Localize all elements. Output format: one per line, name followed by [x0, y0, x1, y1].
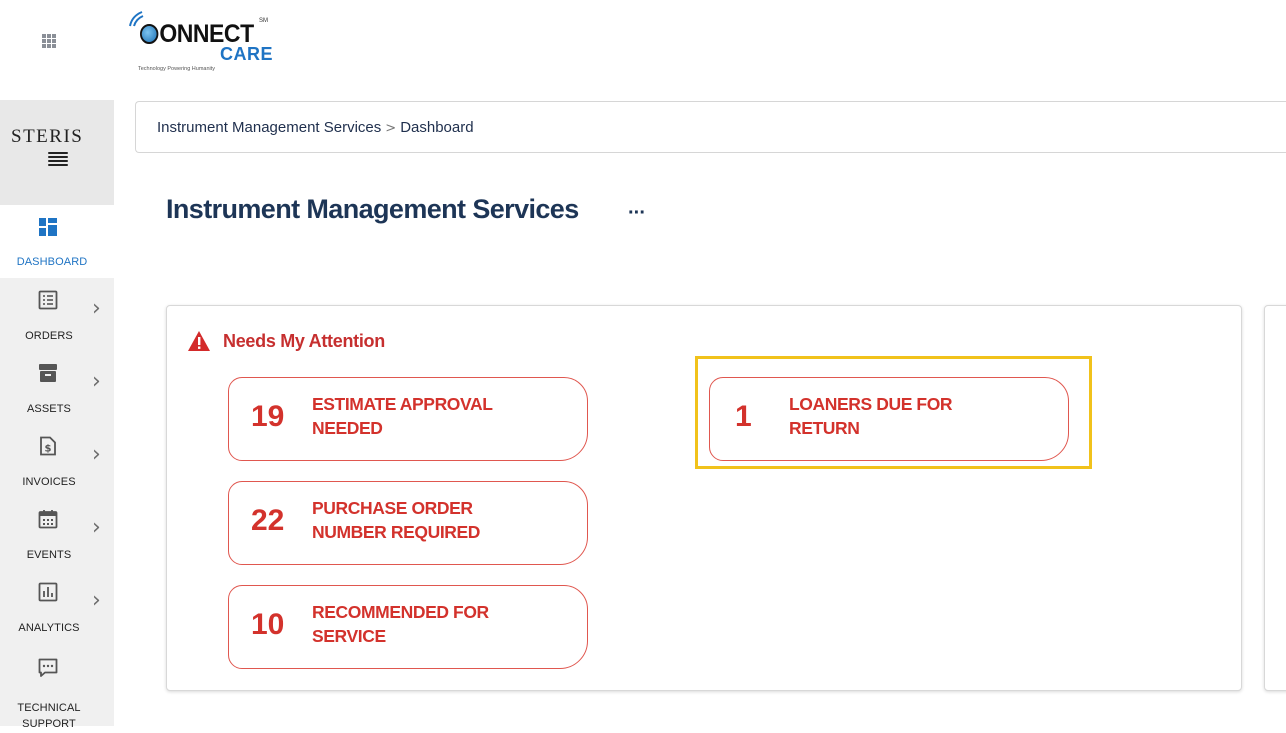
calendar-icon	[38, 510, 58, 529]
orders-icon	[38, 290, 58, 310]
tile-count: 19	[251, 400, 285, 433]
tile-label-line: ESTIMATE APPROVAL	[312, 394, 493, 414]
tile-label: RECOMMENDED FOR SERVICE	[312, 600, 489, 648]
chevron-right-icon[interactable]: ›	[92, 588, 101, 613]
logo-word-care: CARE	[220, 44, 274, 64]
tile-recommended-service[interactable]: 10 RECOMMENDED FOR SERVICE	[228, 585, 588, 669]
chevron-right-icon[interactable]: ›	[92, 515, 101, 540]
steris-wordmark: STERIS	[11, 126, 84, 147]
connectcare-logo[interactable]: ONNECT SM CARE Technology Powering Human…	[128, 8, 288, 78]
sidebar-item-label: EVENTS	[26, 549, 72, 561]
chevron-right-icon[interactable]: ›	[92, 442, 101, 467]
tile-count: 10	[251, 608, 285, 641]
sidebar-item-analytics[interactable]: › ANALYTICS	[0, 570, 114, 642]
logo-sm: SM	[259, 18, 268, 24]
sidebar-item-label: ORDERS	[25, 330, 73, 342]
needs-attention-title: Needs My Attention	[223, 330, 385, 351]
svg-text:$: $	[45, 444, 52, 455]
secondary-card	[1264, 305, 1286, 691]
tile-label: ESTIMATE APPROVAL NEEDED	[312, 392, 493, 440]
steris-logo[interactable]: STERIS	[0, 100, 114, 205]
needs-attention-header: Needs My Attention	[187, 330, 385, 352]
archive-icon	[39, 364, 57, 382]
sidebar-item-label: DASHBOARD	[16, 256, 88, 268]
sidebar-item-dashboard[interactable]: DASHBOARD	[0, 205, 114, 278]
invoice-icon: $	[40, 436, 56, 456]
sidebar: STERIS DASHBOARD › ORDERS › ASSETS $ › I…	[0, 100, 114, 730]
breadcrumb-current: Dashboard	[400, 119, 474, 136]
sidebar-item-events[interactable]: › EVENTS	[0, 497, 114, 569]
sidebar-item-assets[interactable]: › ASSETS	[0, 351, 114, 423]
app-launcher-icon[interactable]	[42, 34, 56, 48]
analytics-icon	[38, 582, 58, 602]
breadcrumb: Instrument Management Services > Dashboard	[157, 119, 474, 136]
steris-mark-icon	[48, 152, 68, 168]
sidebar-item-label: ANALYTICS	[18, 622, 80, 634]
sidebar-item-label: TECHNICAL SUPPORT	[17, 702, 81, 730]
chevron-right-icon[interactable]: ›	[92, 296, 101, 321]
dashboard-icon	[39, 218, 57, 236]
tile-label-line: SERVICE	[312, 626, 386, 646]
tile-estimate-approval[interactable]: 19 ESTIMATE APPROVAL NEEDED	[228, 377, 588, 461]
breadcrumb-separator: >	[385, 121, 397, 136]
tile-label-line: NUMBER REQUIRED	[312, 522, 481, 542]
top-bar: ONNECT SM CARE Technology Powering Human…	[0, 0, 1286, 95]
more-options-icon[interactable]: ···	[628, 202, 646, 225]
sidebar-item-label: ASSETS	[26, 403, 71, 415]
logo-tagline: Technology Powering Humanity	[138, 66, 216, 72]
tile-label-line: RECOMMENDED FOR	[312, 602, 489, 622]
breadcrumb-bar: Instrument Management Services > Dashboard	[135, 101, 1286, 153]
warning-icon	[188, 331, 210, 351]
breadcrumb-link-root[interactable]: Instrument Management Services	[157, 119, 381, 136]
tile-label-line: NEEDED	[312, 418, 383, 438]
focus-highlight-box	[695, 356, 1092, 469]
chat-icon	[38, 658, 58, 677]
tile-label-line: PURCHASE ORDER	[312, 498, 473, 518]
sidebar-item-label: INVOICES	[22, 476, 76, 488]
sidebar-item-orders[interactable]: › ORDERS	[0, 278, 114, 350]
tile-purchase-order[interactable]: 22 PURCHASE ORDER NUMBER REQUIRED	[228, 481, 588, 565]
tile-count: 22	[251, 504, 285, 537]
chevron-right-icon[interactable]: ›	[92, 369, 101, 394]
sidebar-item-invoices[interactable]: $ › INVOICES	[0, 424, 114, 496]
tile-label: PURCHASE ORDER NUMBER REQUIRED	[312, 496, 480, 544]
page-title: Instrument Management Services	[166, 194, 579, 224]
sidebar-item-technical-support[interactable]: TECHNICAL SUPPORT	[0, 643, 114, 733]
